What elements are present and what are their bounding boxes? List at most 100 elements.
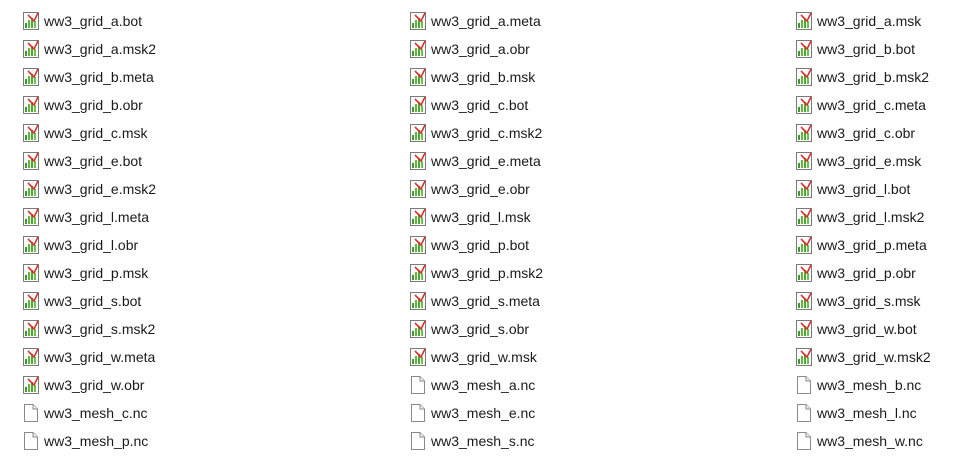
file-item[interactable]: ww3_grid_s.bot <box>22 288 141 314</box>
file-name: ww3_grid_w.meta <box>44 349 156 365</box>
file-item[interactable]: ww3_grid_b.msk2 <box>795 64 929 90</box>
chart-file-icon <box>409 11 427 31</box>
file-item[interactable]: ww3_grid_w.obr <box>22 372 144 398</box>
file-item[interactable]: ww3_grid_b.msk <box>409 64 535 90</box>
file-item[interactable]: ww3_grid_a.msk2 <box>22 36 156 62</box>
file-item[interactable]: ww3_grid_w.meta <box>22 344 155 370</box>
file-item[interactable]: ww3_grid_l.meta <box>22 204 149 230</box>
file-name: ww3_grid_b.bot <box>817 41 916 57</box>
file-item[interactable]: ww3_grid_w.msk2 <box>795 344 931 370</box>
file-name: ww3_grid_p.msk2 <box>431 265 544 281</box>
file-item[interactable]: ww3_grid_a.msk <box>795 8 921 34</box>
file-item[interactable]: ww3_grid_b.meta <box>22 64 154 90</box>
file-item[interactable]: ww3_grid_c.meta <box>795 92 926 118</box>
file-name: ww3_mesh_l.nc <box>817 405 917 421</box>
file-name: ww3_mesh_c.nc <box>44 405 148 421</box>
file-item[interactable]: ww3_grid_p.obr <box>795 260 916 286</box>
file-item[interactable]: ww3_grid_s.meta <box>409 288 540 314</box>
file-item[interactable]: ww3_grid_e.meta <box>409 148 541 174</box>
chart-file-icon <box>795 319 813 339</box>
chart-file-icon <box>795 39 813 59</box>
file-name: ww3_grid_w.bot <box>817 321 917 337</box>
chart-file-icon <box>22 207 40 227</box>
file-item[interactable]: ww3_grid_w.msk <box>409 344 537 370</box>
chart-file-icon <box>22 319 40 339</box>
file-name: ww3_grid_b.msk <box>431 69 536 85</box>
file-item[interactable]: ww3_grid_c.obr <box>795 120 915 146</box>
file-name: ww3_grid_b.meta <box>44 69 154 85</box>
file-item[interactable]: ww3_mesh_a.nc <box>409 372 535 398</box>
blank-file-icon <box>22 403 40 423</box>
chart-file-icon <box>22 347 40 367</box>
file-name: ww3_grid_l.msk <box>431 209 531 225</box>
file-item[interactable]: ww3_grid_s.msk2 <box>22 316 155 342</box>
file-name: ww3_grid_w.msk2 <box>817 349 931 365</box>
file-name: ww3_grid_c.bot <box>431 97 529 113</box>
file-name: ww3_grid_e.meta <box>431 153 541 169</box>
file-item[interactable]: ww3_grid_a.bot <box>22 8 142 34</box>
file-item[interactable]: ww3_grid_a.obr <box>409 36 530 62</box>
chart-file-icon <box>409 319 427 339</box>
file-name: ww3_grid_s.meta <box>431 293 540 309</box>
file-name: ww3_grid_c.msk2 <box>431 125 543 141</box>
file-item[interactable]: ww3_mesh_w.nc <box>795 428 923 454</box>
file-item[interactable]: ww3_grid_l.msk <box>409 204 531 230</box>
file-item[interactable]: ww3_grid_p.meta <box>795 232 927 258</box>
file-name: ww3_grid_a.meta <box>431 13 541 29</box>
file-item[interactable]: ww3_mesh_b.nc <box>795 372 921 398</box>
file-name: ww3_mesh_b.nc <box>817 377 922 393</box>
file-item[interactable]: ww3_mesh_p.nc <box>22 428 148 454</box>
chart-file-icon <box>795 151 813 171</box>
file-item[interactable]: ww3_mesh_l.nc <box>795 400 917 426</box>
file-list: ww3_grid_a.bot ww3_grid_a.msk2 ww3_grid_b.… <box>0 0 970 465</box>
chart-file-icon <box>409 235 427 255</box>
chart-file-icon <box>409 95 427 115</box>
file-item[interactable]: ww3_grid_l.bot <box>795 176 910 202</box>
file-item[interactable]: ww3_grid_c.msk <box>22 120 147 146</box>
file-name: ww3_grid_l.meta <box>44 209 150 225</box>
chart-file-icon <box>22 291 40 311</box>
blank-file-icon <box>795 375 813 395</box>
chart-file-icon <box>409 263 427 283</box>
blank-file-icon <box>795 431 813 451</box>
file-item[interactable]: ww3_grid_s.obr <box>409 316 529 342</box>
file-item[interactable]: ww3_grid_e.bot <box>22 148 142 174</box>
file-item[interactable]: ww3_grid_s.msk <box>795 288 920 314</box>
file-item[interactable]: ww3_mesh_s.nc <box>409 428 535 454</box>
file-item[interactable]: ww3_mesh_c.nc <box>22 400 148 426</box>
file-name: ww3_grid_p.meta <box>817 237 927 253</box>
file-item[interactable]: ww3_grid_b.bot <box>795 36 915 62</box>
file-item[interactable]: ww3_grid_c.msk2 <box>409 120 542 146</box>
file-name: ww3_grid_b.msk2 <box>817 69 930 85</box>
chart-file-icon <box>409 347 427 367</box>
file-name: ww3_grid_w.msk <box>431 349 537 365</box>
chart-file-icon <box>795 123 813 143</box>
file-name: ww3_grid_s.obr <box>431 321 530 337</box>
file-item[interactable]: ww3_grid_l.obr <box>22 232 138 258</box>
file-item[interactable]: ww3_grid_e.msk2 <box>22 176 156 202</box>
chart-file-icon <box>22 235 40 255</box>
file-item[interactable]: ww3_grid_b.obr <box>22 92 143 118</box>
file-item[interactable]: ww3_grid_a.meta <box>409 8 541 34</box>
file-name: ww3_grid_p.bot <box>431 237 530 253</box>
file-item[interactable]: ww3_grid_e.obr <box>409 176 530 202</box>
file-name: ww3_mesh_w.nc <box>817 433 923 449</box>
file-name: ww3_grid_l.obr <box>44 237 139 253</box>
file-item[interactable]: ww3_mesh_e.nc <box>409 400 535 426</box>
file-item[interactable]: ww3_grid_e.msk <box>795 148 921 174</box>
blank-file-icon <box>409 375 427 395</box>
file-item[interactable]: ww3_grid_c.bot <box>409 92 528 118</box>
file-item[interactable]: ww3_grid_p.bot <box>409 232 529 258</box>
file-name: ww3_grid_a.obr <box>431 41 530 57</box>
chart-file-icon <box>409 39 427 59</box>
chart-file-icon <box>409 123 427 143</box>
chart-file-icon <box>22 151 40 171</box>
file-item[interactable]: ww3_grid_l.msk2 <box>795 204 924 230</box>
blank-file-icon <box>22 431 40 451</box>
chart-file-icon <box>795 263 813 283</box>
file-item[interactable]: ww3_grid_w.bot <box>795 316 917 342</box>
file-name: ww3_mesh_p.nc <box>44 433 149 449</box>
file-name: ww3_grid_e.msk <box>817 153 922 169</box>
file-item[interactable]: ww3_grid_p.msk <box>22 260 148 286</box>
file-item[interactable]: ww3_grid_p.msk2 <box>409 260 543 286</box>
